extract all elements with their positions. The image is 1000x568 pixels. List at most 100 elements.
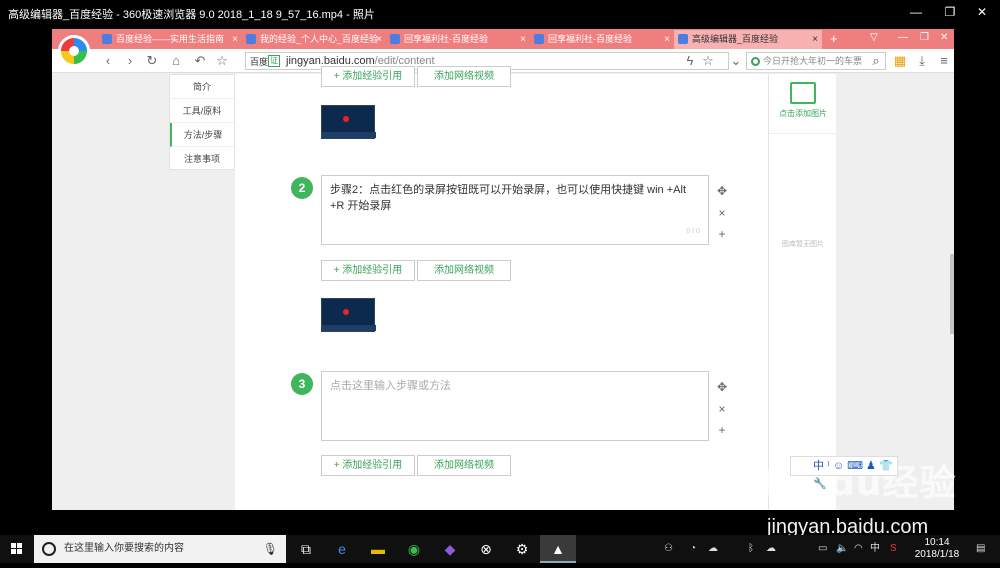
add-experience-ref-button[interactable]: + 添加经验引用 xyxy=(321,66,415,87)
battery-icon[interactable]: ▭ xyxy=(818,535,827,563)
apps-grid-icon[interactable]: ▦ xyxy=(892,53,908,69)
close-button[interactable]: ✕ xyxy=(962,0,1000,24)
cortana-icon xyxy=(42,542,56,556)
delete-step-icon[interactable]: × xyxy=(715,206,729,220)
tab-baidu-jingyan[interactable]: 百度经验——实用生活指南 × xyxy=(98,30,242,49)
restore-icon[interactable]: ❐ xyxy=(920,32,929,43)
tab-close-icon[interactable]: × xyxy=(376,30,382,49)
add-experience-ref-button[interactable]: + 添加经验引用 xyxy=(321,455,415,476)
search-placeholder: 今日开抢大年初一的车票 xyxy=(763,56,863,66)
people-icon[interactable]: ⚇ xyxy=(664,535,673,563)
add-video-button[interactable]: 添加网络视频 xyxy=(417,260,511,281)
close-icon[interactable]: ✕ xyxy=(940,32,948,43)
add-video-button[interactable]: 添加网络视频 xyxy=(417,66,511,87)
bookmark-star-icon[interactable]: ☆ xyxy=(700,53,716,69)
shirt-icon[interactable]: ▽ xyxy=(870,32,878,43)
move-step-icon[interactable]: ✥ xyxy=(715,380,729,394)
certificate-icon[interactable]: 证 xyxy=(268,55,280,67)
clock-date: 2018/1/18 xyxy=(914,549,960,560)
file-explorer-icon[interactable]: ▬ xyxy=(360,535,396,563)
add-experience-ref-button[interactable]: + 添加经验引用 xyxy=(321,260,415,281)
ime-toolbar[interactable]: 中 ⁾ ☺ ⌨ ♟ 👕 🔧 xyxy=(790,456,898,490)
lightning-icon[interactable]: ϟ xyxy=(682,53,698,69)
add-step-icon[interactable]: + xyxy=(715,227,729,241)
step-number: 3 xyxy=(291,373,313,395)
settings-icon[interactable]: ⚙ xyxy=(504,535,540,563)
360-browser-icon[interactable]: ◉ xyxy=(396,535,432,563)
photos-titlebar: 高级编辑器_百度经验 - 360极速浏览器 9.0 2018_1_18 9_57… xyxy=(0,0,1000,24)
clock-time: 10:14 xyxy=(924,537,950,548)
start-button[interactable] xyxy=(0,535,34,563)
tab-close-icon[interactable]: × xyxy=(520,30,526,49)
step-3-textarea[interactable]: 点击这里输入步骤或方法 xyxy=(321,371,709,441)
forward-icon[interactable]: › xyxy=(122,53,138,69)
tab-close-icon[interactable]: × xyxy=(664,30,670,49)
search-icon xyxy=(751,57,760,66)
browser-logo-icon xyxy=(58,35,90,67)
tab-close-icon[interactable]: × xyxy=(232,30,238,49)
back-icon[interactable]: ‹ xyxy=(100,53,116,69)
image-add-icon xyxy=(790,82,816,104)
video-frame: 百度经验——实用生活指南 × 我的经验_个人中心_百度经验 × 回享福利社-百度… xyxy=(52,29,954,510)
section-nav: 简介 工具/原料 方法/步骤 注意事项 xyxy=(169,74,235,171)
taskbar-search-input[interactable]: 在这里输入你要搜索的内容 🎙 xyxy=(34,535,286,563)
tab-close-icon[interactable]: × xyxy=(812,30,818,49)
step-2-text: 步骤2：点击红色的录屏按钮既可以开始录屏，也可以使用快捷键 win +Alt +… xyxy=(330,184,686,212)
chevron-down-icon[interactable]: ⌄ xyxy=(728,53,744,69)
new-tab-button[interactable]: + xyxy=(830,29,838,49)
onedrive-icon[interactable]: ☁ xyxy=(766,535,776,563)
nav-item-tools[interactable]: 工具/原料 xyxy=(170,99,234,123)
bluetooth-icon[interactable]: ᛒ xyxy=(748,535,754,563)
page-scrollbar[interactable] xyxy=(950,254,954,334)
tab-label: 我的经验_个人中心_百度经验 xyxy=(260,34,379,44)
search-input[interactable]: 今日开抢大年初一的车票 xyxy=(746,52,886,70)
tab-label: 百度经验——实用生活指南 xyxy=(116,34,225,44)
move-step-icon[interactable]: ✥ xyxy=(715,184,729,198)
nav-item-intro[interactable]: 简介 xyxy=(170,75,234,99)
xbox-icon[interactable]: ⊗ xyxy=(468,535,504,563)
wifi-icon[interactable]: ◠ xyxy=(854,535,863,563)
step-number: 2 xyxy=(291,177,313,199)
cloud-icon[interactable]: ☁ xyxy=(708,535,718,563)
add-image-button[interactable]: 点击添加图片 xyxy=(769,74,837,134)
undo-icon[interactable]: ↶ xyxy=(192,53,208,69)
step-2-textarea[interactable]: 步骤2：点击红色的录屏按钮既可以开始录屏，也可以使用快捷键 win +Alt +… xyxy=(321,175,709,245)
empty-library-label: 图库暂无图片 xyxy=(782,241,824,248)
download-icon[interactable]: ⤓ xyxy=(914,53,930,69)
home-icon[interactable]: ⌂ xyxy=(168,53,184,69)
microphone-icon[interactable]: 🎙 xyxy=(263,535,278,563)
refresh-icon[interactable]: ↻ xyxy=(144,53,160,69)
volume-icon[interactable]: 🔈 xyxy=(836,535,848,563)
task-view-icon[interactable]: ⧉ xyxy=(288,535,324,563)
delete-step-icon[interactable]: × xyxy=(715,402,729,416)
magnifier-icon[interactable]: ⌕ xyxy=(868,53,884,69)
add-step-icon[interactable]: + xyxy=(715,423,729,437)
step-thumbnail[interactable] xyxy=(321,105,376,139)
star-icon[interactable]: ☆ xyxy=(214,53,230,69)
nav-item-notes[interactable]: 注意事项 xyxy=(170,147,234,171)
add-video-button[interactable]: 添加网络视频 xyxy=(417,455,511,476)
taskbar-search-placeholder: 在这里输入你要搜索的内容 xyxy=(64,543,184,554)
browser-tabbar: 百度经验——实用生活指南 × 我的经验_个人中心_百度经验 × 回享福利社-百度… xyxy=(52,29,954,49)
steam-icon[interactable]: ◔ xyxy=(690,535,696,563)
tab-welfare-1[interactable]: 回享福利社-百度经验 × xyxy=(386,30,530,49)
nav-item-steps[interactable]: 方法/步骤 xyxy=(170,123,234,147)
edge-icon[interactable]: e xyxy=(324,535,360,563)
sogou-ime-icon[interactable]: S xyxy=(890,535,897,563)
tab-welfare-2[interactable]: 回享福利社-百度经验 × xyxy=(530,30,674,49)
tab-my-experience[interactable]: 我的经验_个人中心_百度经验 × xyxy=(242,30,386,49)
tab-advanced-editor[interactable]: 高级编辑器_百度经验 × xyxy=(674,30,822,49)
photos-app-icon[interactable]: ▲ xyxy=(540,535,576,563)
window-title: 高级编辑器_百度经验 - 360极速浏览器 9.0 2018_1_18 9_57… xyxy=(8,9,375,21)
baidu-favicon-icon xyxy=(678,34,688,44)
notification-icon[interactable]: ▤ xyxy=(976,535,985,563)
menu-icon[interactable]: ≡ xyxy=(936,53,952,69)
baidu-favicon-icon xyxy=(534,34,544,44)
step-thumbnail[interactable] xyxy=(321,298,376,332)
step-editor: + 添加经验引用 添加网络视频 2 步骤2：点击红色的录屏按钮既可以开始录屏，也… xyxy=(235,66,768,510)
thumbnail-bar xyxy=(322,325,376,331)
visual-studio-icon[interactable]: ◆ xyxy=(432,535,468,563)
input-language[interactable]: 中 xyxy=(870,535,880,563)
taskbar-clock[interactable]: 10:14 2018/1/18 xyxy=(910,537,964,561)
minimize-icon[interactable]: — xyxy=(898,32,908,43)
